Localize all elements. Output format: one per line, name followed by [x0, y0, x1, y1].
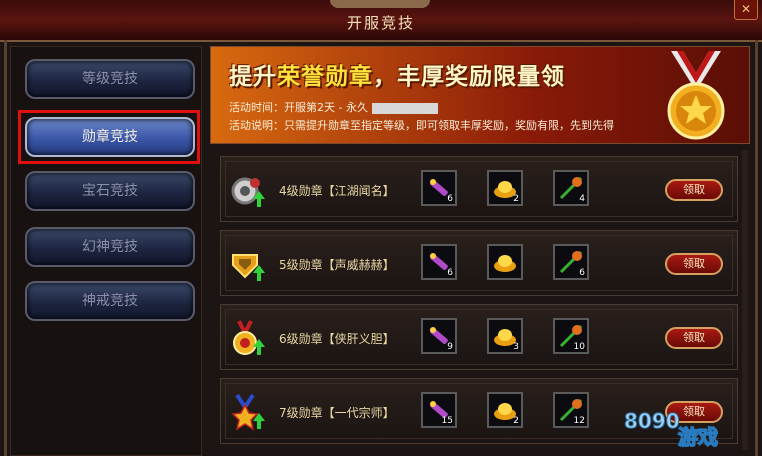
gold-ingot-icon: [494, 255, 516, 272]
game-window: 开服竞技 ✕ 等级竞技 勋章竞技 宝石竞技 幻神竞技 神戒竞技 提升荣誉勋章，丰…: [0, 0, 762, 456]
item-count: 6: [447, 194, 453, 204]
event-desc-label: 活动说明：: [229, 119, 284, 132]
title-ornament: [330, 0, 430, 8]
medal-level-label: 6级勋章【侠肝义胆】: [279, 332, 395, 346]
reward-item-gold[interactable]: 3: [487, 318, 523, 354]
headline-part-2: ，丰厚奖励限量领: [373, 64, 565, 90]
reward-item-herb[interactable]: 6: [553, 244, 589, 280]
event-desc-value: 只需提升勋章至指定等级，即可领取丰厚奖励，奖励有限，先到先得: [284, 119, 614, 132]
claim-button[interactable]: 领取: [665, 253, 723, 275]
headline-part-1: 提升: [229, 64, 277, 90]
reward-item-scroll[interactable]: 15: [421, 392, 457, 428]
reward-item-scroll[interactable]: 9: [421, 318, 457, 354]
item-count: 6: [579, 268, 585, 278]
item-count: 12: [573, 416, 585, 426]
item-count: 2: [513, 194, 519, 204]
reward-item-gold[interactable]: [487, 244, 523, 280]
reward-item-herb[interactable]: 4: [553, 170, 589, 206]
watermark-text: 游戏: [678, 425, 718, 449]
event-banner: 提升荣誉勋章，丰厚奖励限量领 活动时间：开服第2天 - 永久 活动说明：只需提升…: [210, 46, 750, 144]
medal-level-label: 5级勋章【声威赫赫】: [279, 258, 395, 272]
reward-item-scroll[interactable]: 6: [421, 244, 457, 280]
event-description: 活动说明：只需提升勋章至指定等级，即可领取丰厚奖励，奖励有限，先到先得: [229, 117, 614, 133]
medal-level-5-icon: [232, 254, 265, 281]
tab-phantom-contest[interactable]: 幻神竞技: [25, 227, 195, 267]
medal-level-label: 4级勋章【江湖闻名】: [279, 184, 395, 198]
gold-medal-icon: [667, 51, 725, 140]
selection-highlight: [18, 110, 200, 164]
item-count: 2: [513, 416, 519, 426]
claim-button[interactable]: 领取: [665, 327, 723, 349]
reward-row: 5级勋章【声威赫赫】 6 6 领取: [220, 230, 738, 296]
redacted-bar: [371, 102, 438, 114]
watermark-logo: 8090: [624, 409, 680, 433]
site-watermark-logo: 8090 游戏: [624, 409, 719, 450]
reward-row: 4级勋章【江湖闻名】 6 2 4 领取: [220, 156, 738, 222]
reward-item-herb[interactable]: 10: [553, 318, 589, 354]
sidebar: 等级竞技 勋章竞技 宝石竞技 幻神竞技 神戒竞技: [10, 46, 202, 456]
medal-level-label: 7级勋章【一代宗师】: [279, 406, 395, 420]
tab-gem-contest[interactable]: 宝石竞技: [25, 171, 195, 211]
medal-level-7-icon: [231, 393, 265, 431]
item-count: 4: [579, 194, 585, 204]
item-count: 9: [447, 342, 453, 352]
reward-item-gold[interactable]: 2: [487, 170, 523, 206]
reward-row: 6级勋章【侠肝义胆】 9 3 10 领取: [220, 304, 738, 370]
item-count: 10: [573, 342, 585, 352]
medal-level-6-icon: [233, 320, 265, 355]
item-count: 15: [441, 416, 453, 426]
event-time-label: 活动时间：: [229, 101, 284, 114]
event-time-value: 开服第2天 - 永久: [284, 101, 368, 114]
reward-item-gold[interactable]: 2: [487, 392, 523, 428]
item-count: 3: [513, 342, 519, 352]
medal-level-4-icon: [231, 177, 265, 207]
close-button[interactable]: ✕: [734, 0, 758, 20]
reward-item-herb[interactable]: 12: [553, 392, 589, 428]
title-bar: 开服竞技 ✕: [0, 0, 762, 42]
headline-highlight: 荣誉勋章: [277, 64, 373, 90]
tab-level-contest[interactable]: 等级竞技: [25, 59, 195, 99]
tab-ring-contest[interactable]: 神戒竞技: [25, 281, 195, 321]
claim-button[interactable]: 领取: [665, 179, 723, 201]
window-title: 开服竞技: [346, 14, 415, 32]
event-time: 活动时间：开服第2天 - 永久: [229, 99, 438, 115]
reward-item-scroll[interactable]: 6: [421, 170, 457, 206]
item-count: 6: [447, 268, 453, 278]
banner-headline: 提升荣誉勋章，丰厚奖励限量领: [229, 57, 565, 91]
